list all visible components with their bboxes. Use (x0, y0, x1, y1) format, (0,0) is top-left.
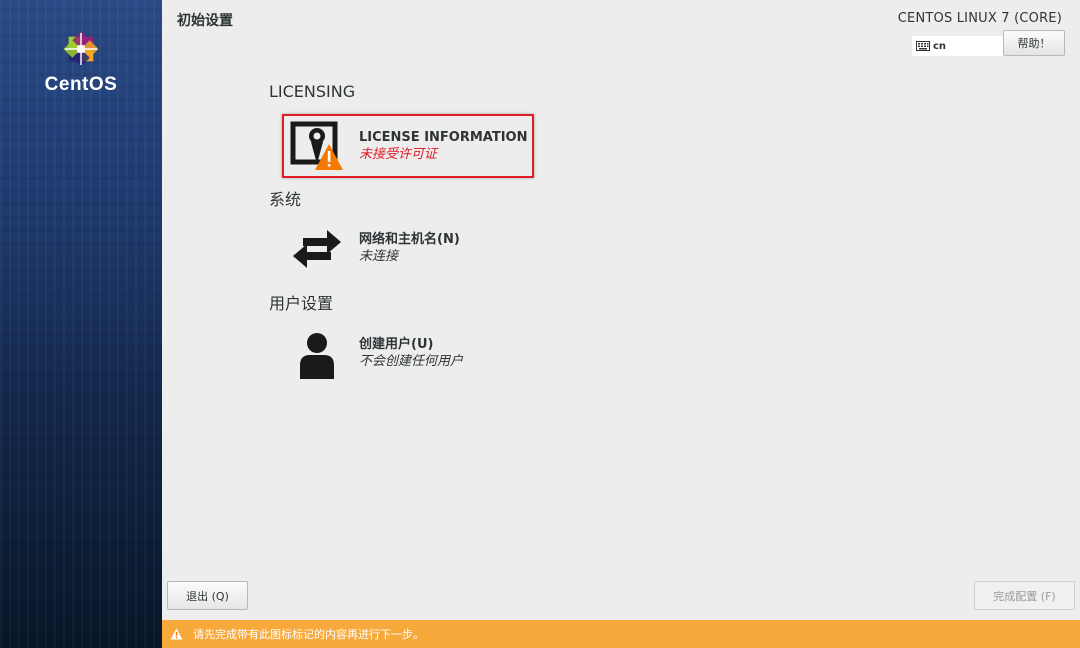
section-heading-user-settings: 用户设置 (269, 294, 334, 313)
centos-logo-icon (63, 31, 99, 67)
logo-text: CentOS (44, 74, 118, 95)
help-button[interactable]: 帮助！ (1003, 30, 1065, 56)
keyboard-icon (916, 41, 930, 51)
section-heading-system: 系统 (269, 190, 302, 209)
product-title: CENTOS LINUX 7 (CORE) (897, 11, 1062, 26)
quit-button[interactable]: 退出 (Q) (167, 581, 248, 610)
license-warning-icon (283, 118, 351, 174)
warning-icon (170, 628, 183, 640)
warning-bar: 请先完成带有此图标标记的内容再进行下一步。 (162, 620, 1080, 648)
spoke-create-user[interactable]: 创建用户(U) 不会创建任何用户 (283, 323, 543, 383)
license-spoke-status: 未接受许可证 (359, 147, 438, 162)
spoke-license-information[interactable]: LICENSE INFORMATION 未接受许可证 (283, 116, 543, 176)
keyboard-layout-indicator[interactable]: cn (912, 36, 1004, 56)
warning-message: 请先完成带有此图标标记的内容再进行下一步。 (193, 628, 424, 641)
sidebar: CentOS (0, 0, 162, 648)
user-icon (283, 325, 351, 381)
finish-configuration-button[interactable]: 完成配置 (F) (974, 581, 1075, 610)
user-spoke-title: 创建用户(U) (359, 337, 434, 352)
user-spoke-status: 不会创建任何用户 (359, 354, 464, 369)
network-spoke-status: 未连接 (359, 249, 399, 264)
license-spoke-title: LICENSE INFORMATION (359, 130, 528, 145)
network-spoke-title: 网络和主机名(N) (359, 232, 460, 247)
section-heading-licensing: LICENSING (269, 82, 356, 101)
network-arrows-icon (283, 220, 351, 276)
spoke-network-hostname[interactable]: 网络和主机名(N) 未连接 (283, 218, 543, 278)
keyboard-layout-label: cn (933, 40, 947, 52)
centos-logo: CentOS (0, 30, 162, 96)
page-title: 初始设置 (177, 13, 233, 29)
